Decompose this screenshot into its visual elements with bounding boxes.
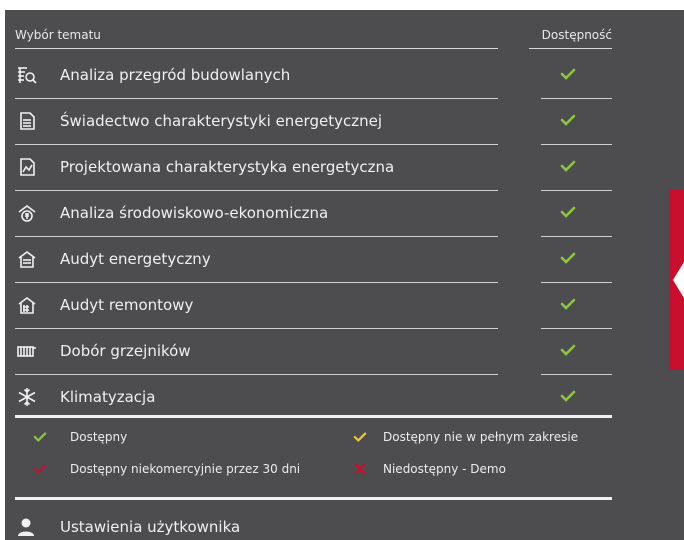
wall-analysis-icon bbox=[18, 67, 37, 84]
radiator-icon bbox=[17, 346, 36, 357]
legend-label: Dostępny bbox=[70, 430, 128, 444]
available-check-icon bbox=[33, 432, 47, 443]
collapse-arrow-icon bbox=[673, 262, 684, 298]
available-check-icon bbox=[560, 298, 576, 310]
topic-label: Projektowana charakterystyka energetyczn… bbox=[60, 158, 395, 176]
collapse-panel-tab[interactable] bbox=[669, 190, 684, 370]
topic-item-energy-certificate[interactable]: Świadectwo charakterystyki energetycznej bbox=[15, 99, 612, 145]
topic-item-radiator-selection[interactable]: Dobór grzejników bbox=[15, 329, 612, 375]
topic-label: Analiza środowiskowo-ekonomiczna bbox=[60, 204, 329, 222]
non-commercial-check-icon bbox=[33, 464, 47, 475]
available-check-icon bbox=[560, 206, 576, 218]
house-energy-icon bbox=[18, 251, 36, 268]
availability-column-title: Dostępność bbox=[541, 28, 612, 42]
user-settings-item[interactable]: Ustawienia użytkownika bbox=[15, 515, 415, 540]
topic-label: Audyt remontowy bbox=[60, 296, 194, 314]
available-check-icon bbox=[560, 114, 576, 126]
available-check-icon bbox=[560, 252, 576, 264]
legend-label: Dostępny nie w pełnym zakresie bbox=[383, 430, 579, 444]
chart-document-icon bbox=[20, 158, 35, 176]
available-check-icon bbox=[560, 68, 576, 80]
unavailable-cross-icon bbox=[354, 463, 366, 475]
topic-column-title: Wybór tematu bbox=[15, 28, 101, 42]
topic-item-energy-audit[interactable]: Audyt energetyczny bbox=[15, 237, 612, 283]
topic-label: Świadectwo charakterystyki energetycznej bbox=[60, 112, 382, 130]
header-divider bbox=[15, 48, 498, 49]
topic-item-designed-characteristic[interactable]: Projektowana charakterystyka energetyczn… bbox=[15, 145, 612, 191]
topic-label: Analiza przegród budowlanych bbox=[60, 66, 291, 84]
snowflake-icon bbox=[18, 388, 36, 406]
topic-list: Analiza przegród budowlanych Świadectwo … bbox=[15, 53, 612, 421]
partial-check-icon bbox=[353, 432, 367, 443]
topic-label: Audyt energetyczny bbox=[60, 250, 211, 268]
topic-label: Klimatyzacja bbox=[60, 388, 156, 406]
available-check-icon bbox=[560, 344, 576, 356]
legend: Dostępny Dostępny nie w pełnym zakresie … bbox=[15, 430, 615, 500]
legend-divider-bottom bbox=[15, 497, 612, 500]
available-check-icon bbox=[560, 160, 576, 172]
available-check-icon bbox=[560, 390, 576, 402]
legend-label: Dostępny niekomercyjnie przez 30 dni bbox=[70, 462, 301, 476]
house-renovation-icon bbox=[18, 297, 36, 314]
legend-divider-top bbox=[15, 415, 612, 418]
topic-header: Wybór tematu Dostępność bbox=[15, 28, 612, 52]
certificate-icon bbox=[20, 112, 35, 130]
user-icon bbox=[18, 518, 34, 536]
topic-item-renovation-audit[interactable]: Audyt remontowy bbox=[15, 283, 612, 329]
user-settings-label: Ustawienia użytkownika bbox=[60, 518, 241, 536]
topic-item-eco-analysis[interactable]: Analiza środowiskowo-ekonomiczna bbox=[15, 191, 612, 237]
header-divider-availability bbox=[529, 48, 612, 49]
topic-panel: Wybór tematu Dostępność Analiza przegród… bbox=[5, 10, 684, 540]
topic-label: Dobór grzejników bbox=[60, 342, 191, 360]
legend-label: Niedostępny - Demo bbox=[383, 462, 506, 476]
eco-analysis-icon bbox=[18, 205, 36, 222]
topic-item-wall-analysis[interactable]: Analiza przegród budowlanych bbox=[15, 53, 612, 99]
